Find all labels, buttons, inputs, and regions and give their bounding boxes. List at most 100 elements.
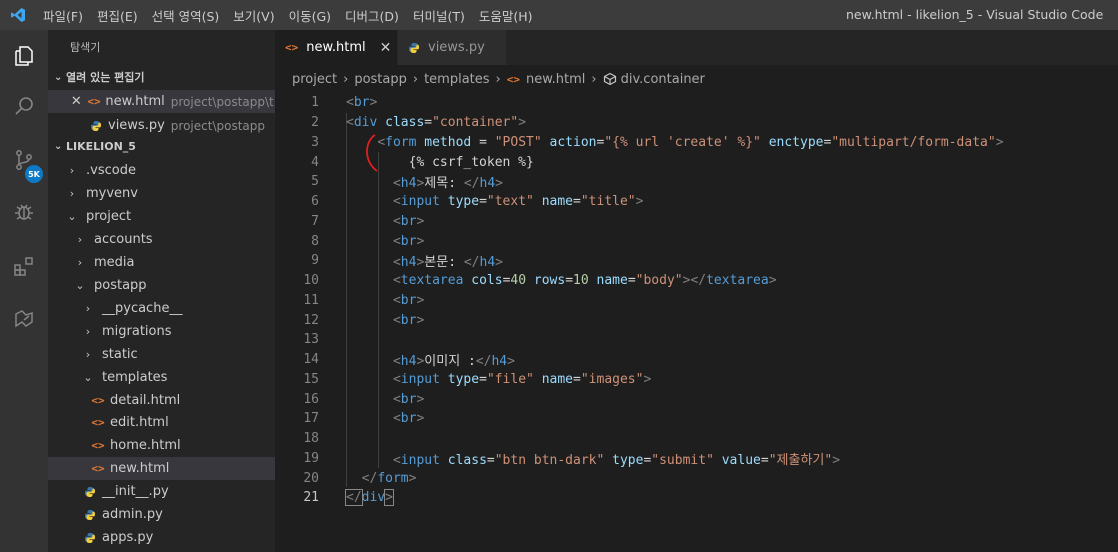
code-line[interactable]: 14 <h4>이미지 :</h4>: [275, 350, 1118, 370]
chevron-right-icon: ›: [77, 233, 83, 246]
window-title: new.html - likelion_5 - Visual Studio Co…: [846, 7, 1104, 22]
python-file-icon: [88, 120, 104, 132]
code-line[interactable]: 20 </form>: [275, 468, 1118, 488]
code-line[interactable]: 1 <br>: [275, 93, 1118, 113]
tree-item-vscode[interactable]: › .vscode: [48, 159, 275, 182]
code-text: {% csrf_token %}: [346, 154, 534, 170]
workspace-header[interactable]: ⌄ LIKELION_5: [48, 135, 275, 157]
code-text: <br>: [392, 233, 425, 249]
tree-item-label: myvenv: [86, 186, 138, 201]
code-text: <br>: [392, 312, 425, 328]
line-number: 13: [303, 332, 319, 348]
code-line[interactable]: 7 <br>: [275, 212, 1118, 232]
open-editor-path: project\postapp: [170, 118, 265, 133]
code-line[interactable]: 13: [275, 330, 1118, 350]
tree-item-label: detail.html: [110, 393, 181, 408]
open-editor-new-html[interactable]: ✕ <> new.html project\postapp\t...: [48, 90, 275, 113]
html-file-icon: <>: [91, 439, 105, 452]
code-line[interactable]: 17 <br>: [275, 409, 1118, 429]
tree-item-pycache[interactable]: › __pycache__: [48, 297, 275, 320]
tree-item-admin-py[interactable]: admin.py: [48, 503, 275, 526]
code-line[interactable]: 18: [275, 429, 1118, 449]
breadcrumb-postapp[interactable]: postapp: [354, 72, 407, 87]
code-line[interactable]: 6 <input type="text" name="title">: [275, 192, 1118, 212]
tree-item-label: static: [102, 347, 138, 362]
vscode-logo-icon: [0, 0, 36, 30]
tab-views-py[interactable]: views.py: [398, 30, 506, 65]
code-line[interactable]: 12 <br>: [275, 310, 1118, 330]
breadcrumb-templates[interactable]: templates: [424, 72, 489, 87]
tree-item-migrations[interactable]: › migrations: [48, 320, 275, 343]
open-editors-header[interactable]: ⌄ 열려 있는 편집기: [48, 66, 275, 88]
html-file-icon: <>: [506, 72, 520, 86]
chevron-right-icon: ›: [591, 71, 597, 87]
tree-item-apps-py[interactable]: apps.py: [48, 526, 275, 549]
tab-bar: <> new.html ✕ views.py: [275, 30, 1118, 65]
line-number: 4: [311, 154, 319, 170]
code-line[interactable]: 4 {% csrf_token %}: [275, 152, 1118, 172]
html-file-icon: <>: [87, 95, 101, 108]
code-line[interactable]: 8 <br>: [275, 231, 1118, 251]
debug-icon[interactable]: [0, 188, 48, 236]
tree-item-label: new.html: [110, 461, 170, 476]
menu-selection[interactable]: 선택 영역(S): [145, 6, 227, 25]
tree-item-myvenv[interactable]: › myvenv: [48, 182, 275, 205]
explorer-sidebar: 탐색기 ⌄ 열려 있는 편집기 ✕ <> new.html project\po…: [48, 30, 275, 552]
menu-edit[interactable]: 편집(E): [90, 6, 145, 25]
tree-item-project[interactable]: ⌄ project: [48, 205, 275, 228]
tree-item-accounts[interactable]: › accounts: [48, 228, 275, 251]
html-file-icon: <>: [285, 41, 299, 54]
breadcrumb-project[interactable]: project: [292, 72, 337, 87]
code-text: <textarea cols=40 rows=10 name="body"></…: [392, 273, 777, 289]
code-text: <h4>본문: </h4>: [392, 255, 503, 271]
tree-item-static[interactable]: › static: [48, 343, 275, 366]
code-line[interactable]: 19 <input class="btn btn-dark" type="sub…: [275, 449, 1118, 469]
tree-item-init-py[interactable]: __init__.py: [48, 480, 275, 503]
menu-go[interactable]: 이동(G): [282, 6, 338, 25]
line-number: 16: [303, 391, 319, 407]
live-share-icon[interactable]: [0, 294, 48, 342]
line-number: 5: [311, 174, 319, 190]
python-file-icon: [82, 486, 98, 498]
tree-item-postapp[interactable]: ⌄ postapp: [48, 274, 275, 297]
tree-item-media[interactable]: › media: [48, 251, 275, 274]
code-line[interactable]: 11 <br>: [275, 291, 1118, 311]
tab-new-html[interactable]: <> new.html ✕: [275, 30, 397, 65]
code-line[interactable]: 10 <textarea cols=40 rows=10 name="body"…: [275, 271, 1118, 291]
code-line[interactable]: 21 </div>: [275, 488, 1118, 508]
chevron-right-icon: ›: [77, 256, 83, 269]
menu-terminal[interactable]: 터미널(T): [406, 6, 472, 25]
extensions-icon[interactable]: [0, 242, 48, 290]
tree-item-templates[interactable]: ⌄ templates: [48, 366, 275, 389]
code-line[interactable]: 9 <h4>본문: </h4>: [275, 251, 1118, 271]
code-editor[interactable]: 1 <br> 2 <div class="container"> 3 <form met…: [275, 93, 1118, 552]
breadcrumb-symbol[interactable]: div.container: [621, 72, 705, 87]
tree-item-detail-html[interactable]: <> detail.html: [48, 389, 275, 412]
code-line[interactable]: 3 <form method = "POST" action="{% url '…: [275, 133, 1118, 153]
tree-item-new-html[interactable]: <> new.html: [48, 457, 275, 480]
open-editor-views-py[interactable]: views.py project\postapp: [48, 114, 275, 137]
menu-view[interactable]: 보기(V): [226, 6, 281, 25]
code-line[interactable]: 5 <h4>제목: </h4>: [275, 172, 1118, 192]
menu-help[interactable]: 도움말(H): [472, 6, 540, 25]
menu-file[interactable]: 파일(F): [36, 6, 90, 25]
code-line[interactable]: 2 <div class="container">: [275, 113, 1118, 133]
sidebar-title: 탐색기: [70, 41, 101, 54]
close-icon[interactable]: ✕: [70, 94, 83, 109]
code-text: <br>: [392, 411, 425, 427]
tree-item-edit-html[interactable]: <> edit.html: [48, 411, 275, 434]
menu-debug[interactable]: 디버그(D): [338, 6, 406, 25]
breadcrumb-file[interactable]: new.html: [526, 72, 585, 87]
code-text: <h4>제목: </h4>: [392, 176, 503, 192]
close-icon[interactable]: ✕: [380, 40, 392, 56]
html-file-icon: <>: [91, 416, 105, 429]
tree-item-home-html[interactable]: <> home.html: [48, 434, 275, 457]
tree-item-label: project: [86, 209, 132, 224]
code-line[interactable]: 15 <input type="file" name="images">: [275, 370, 1118, 390]
workspace-label: LIKELION_5: [66, 139, 136, 153]
source-control-icon[interactable]: 5K: [0, 136, 48, 184]
explorer-icon[interactable]: [0, 32, 48, 80]
line-number: 21: [303, 490, 319, 506]
code-line[interactable]: 16 <br>: [275, 389, 1118, 409]
search-icon[interactable]: [0, 82, 48, 130]
